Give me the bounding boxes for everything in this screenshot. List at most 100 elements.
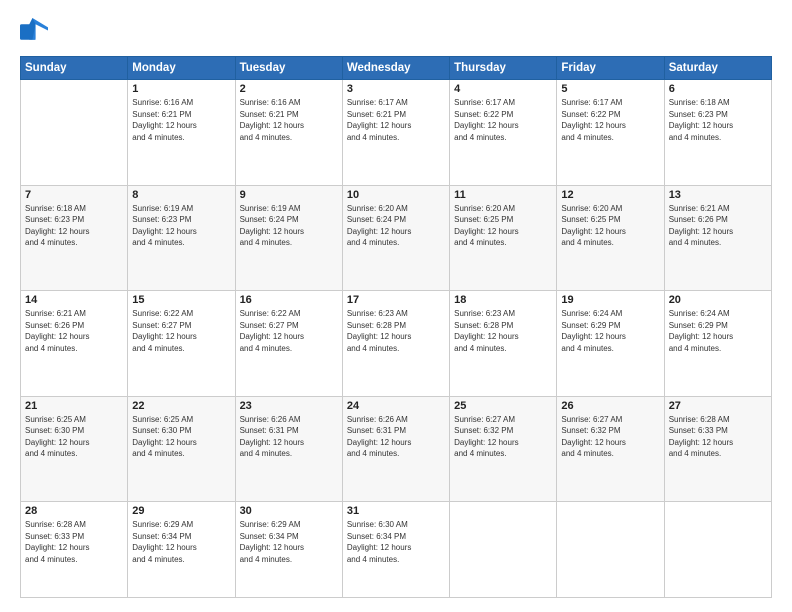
day-info: Sunrise: 6:23 AM Sunset: 6:28 PM Dayligh… [454,308,552,354]
day-number: 15 [132,294,230,306]
day-info: Sunrise: 6:20 AM Sunset: 6:24 PM Dayligh… [347,203,445,249]
day-number: 30 [240,505,338,517]
day-number: 26 [561,400,659,412]
calendar-cell: 3 Sunrise: 6:17 AM Sunset: 6:21 PM Daylig… [342,80,449,186]
calendar-cell: 23 Sunrise: 6:26 AM Sunset: 6:31 PM Dayli… [235,396,342,502]
day-number: 13 [669,189,767,201]
day-number: 25 [454,400,552,412]
day-number: 3 [347,83,445,95]
day-info: Sunrise: 6:23 AM Sunset: 6:28 PM Dayligh… [347,308,445,354]
calendar-cell: 4 Sunrise: 6:17 AM Sunset: 6:22 PM Daylig… [450,80,557,186]
day-info: Sunrise: 6:25 AM Sunset: 6:30 PM Dayligh… [132,414,230,460]
day-number: 5 [561,83,659,95]
calendar-cell: 19 Sunrise: 6:24 AM Sunset: 6:29 PM Dayli… [557,291,664,397]
week-row-0: 1 Sunrise: 6:16 AM Sunset: 6:21 PM Daylig… [21,80,772,186]
day-number: 9 [240,189,338,201]
day-number: 17 [347,294,445,306]
calendar-cell: 11Sunrise: 6:20 AM Sunset: 6:25 PM Dayli… [450,185,557,291]
day-info: Sunrise: 6:21 AM Sunset: 6:26 PM Dayligh… [25,308,123,354]
day-info: Sunrise: 6:26 AM Sunset: 6:31 PM Dayligh… [347,414,445,460]
calendar-cell: 29 Sunrise: 6:29 AM Sunset: 6:34 PM Dayli… [128,502,235,598]
day-number: 8 [132,189,230,201]
day-info: Sunrise: 6:26 AM Sunset: 6:31 PM Dayligh… [240,414,338,460]
day-number: 31 [347,505,445,517]
day-info: Sunrise: 6:27 AM Sunset: 6:32 PM Dayligh… [561,414,659,460]
day-info: Sunrise: 6:18 AM Sunset: 6:23 PM Dayligh… [669,97,767,143]
weekday-tuesday: Tuesday [235,57,342,80]
day-info: Sunrise: 6:16 AM Sunset: 6:21 PM Dayligh… [240,97,338,143]
day-info: Sunrise: 6:17 AM Sunset: 6:21 PM Dayligh… [347,97,445,143]
day-info: Sunrise: 6:17 AM Sunset: 6:22 PM Dayligh… [454,97,552,143]
calendar-cell: 18 Sunrise: 6:23 AM Sunset: 6:28 PM Dayli… [450,291,557,397]
day-info: Sunrise: 6:19 AM Sunset: 6:24 PM Dayligh… [240,203,338,249]
calendar-cell: 12Sunrise: 6:20 AM Sunset: 6:25 PM Dayli… [557,185,664,291]
day-info: Sunrise: 6:22 AM Sunset: 6:27 PM Dayligh… [240,308,338,354]
week-row-4: 28 Sunrise: 6:28 AM Sunset: 6:33 PM Dayli… [21,502,772,598]
day-info: Sunrise: 6:18 AM Sunset: 6:23 PM Dayligh… [25,203,123,249]
calendar-cell: 14 Sunrise: 6:21 AM Sunset: 6:26 PM Dayli… [21,291,128,397]
calendar-cell: 9 Sunrise: 6:19 AM Sunset: 6:24 PM Daylig… [235,185,342,291]
calendar-cell: 24 Sunrise: 6:26 AM Sunset: 6:31 PM Dayli… [342,396,449,502]
day-number: 21 [25,400,123,412]
day-number: 28 [25,505,123,517]
week-row-2: 14 Sunrise: 6:21 AM Sunset: 6:26 PM Dayli… [21,291,772,397]
calendar-cell: 5 Sunrise: 6:17 AM Sunset: 6:22 PM Daylig… [557,80,664,186]
day-info: Sunrise: 6:20 AM Sunset: 6:25 PM Dayligh… [561,203,659,249]
day-info: Sunrise: 6:30 AM Sunset: 6:34 PM Dayligh… [347,519,445,565]
weekday-sunday: Sunday [21,57,128,80]
calendar-cell [664,502,771,598]
day-info: Sunrise: 6:24 AM Sunset: 6:29 PM Dayligh… [669,308,767,354]
weekday-wednesday: Wednesday [342,57,449,80]
day-info: Sunrise: 6:27 AM Sunset: 6:32 PM Dayligh… [454,414,552,460]
calendar-cell: 28 Sunrise: 6:28 AM Sunset: 6:33 PM Dayli… [21,502,128,598]
calendar-cell: 10 Sunrise: 6:20 AM Sunset: 6:24 PM Dayli… [342,185,449,291]
day-number: 27 [669,400,767,412]
header [20,18,772,46]
logo-icon [20,18,48,46]
week-row-3: 21 Sunrise: 6:25 AM Sunset: 6:30 PM Dayli… [21,396,772,502]
weekday-header-row: SundayMondayTuesdayWednesdayThursdayFrid… [21,57,772,80]
day-info: Sunrise: 6:24 AM Sunset: 6:29 PM Dayligh… [561,308,659,354]
weekday-friday: Friday [557,57,664,80]
day-number: 20 [669,294,767,306]
calendar-cell [450,502,557,598]
calendar-table: SundayMondayTuesdayWednesdayThursdayFrid… [20,56,772,598]
day-info: Sunrise: 6:17 AM Sunset: 6:22 PM Dayligh… [561,97,659,143]
day-info: Sunrise: 6:16 AM Sunset: 6:21 PM Dayligh… [132,97,230,143]
calendar-cell: 15 Sunrise: 6:22 AM Sunset: 6:27 PM Dayli… [128,291,235,397]
day-number: 7 [25,189,123,201]
day-info: Sunrise: 6:22 AM Sunset: 6:27 PM Dayligh… [132,308,230,354]
day-info: Sunrise: 6:29 AM Sunset: 6:34 PM Dayligh… [240,519,338,565]
day-info: Sunrise: 6:19 AM Sunset: 6:23 PM Dayligh… [132,203,230,249]
calendar-cell: 2 Sunrise: 6:16 AM Sunset: 6:21 PM Daylig… [235,80,342,186]
day-number: 6 [669,83,767,95]
day-number: 24 [347,400,445,412]
calendar-cell: 7 Sunrise: 6:18 AM Sunset: 6:23 PM Daylig… [21,185,128,291]
calendar-cell: 6 Sunrise: 6:18 AM Sunset: 6:23 PM Daylig… [664,80,771,186]
weekday-saturday: Saturday [664,57,771,80]
calendar-cell: 16Sunrise: 6:22 AM Sunset: 6:27 PM Dayli… [235,291,342,397]
day-number: 2 [240,83,338,95]
day-number: 10 [347,189,445,201]
calendar-cell: 30 Sunrise: 6:29 AM Sunset: 6:34 PM Dayli… [235,502,342,598]
calendar-cell: 8 Sunrise: 6:19 AM Sunset: 6:23 PM Daylig… [128,185,235,291]
day-info: Sunrise: 6:20 AM Sunset: 6:25 PM Dayligh… [454,203,552,249]
calendar-cell: 25 Sunrise: 6:27 AM Sunset: 6:32 PM Dayli… [450,396,557,502]
day-number: 4 [454,83,552,95]
day-info: Sunrise: 6:28 AM Sunset: 6:33 PM Dayligh… [669,414,767,460]
day-number: 14 [25,294,123,306]
day-info: Sunrise: 6:25 AM Sunset: 6:30 PM Dayligh… [25,414,123,460]
weekday-thursday: Thursday [450,57,557,80]
calendar-cell [557,502,664,598]
calendar-cell: 22Sunrise: 6:25 AM Sunset: 6:30 PM Dayli… [128,396,235,502]
logo [20,18,50,46]
day-number: 29 [132,505,230,517]
week-row-1: 7 Sunrise: 6:18 AM Sunset: 6:23 PM Daylig… [21,185,772,291]
day-number: 19 [561,294,659,306]
day-number: 23 [240,400,338,412]
day-number: 18 [454,294,552,306]
calendar-cell: 13Sunrise: 6:21 AM Sunset: 6:26 PM Dayli… [664,185,771,291]
day-number: 1 [132,83,230,95]
day-info: Sunrise: 6:29 AM Sunset: 6:34 PM Dayligh… [132,519,230,565]
day-info: Sunrise: 6:28 AM Sunset: 6:33 PM Dayligh… [25,519,123,565]
